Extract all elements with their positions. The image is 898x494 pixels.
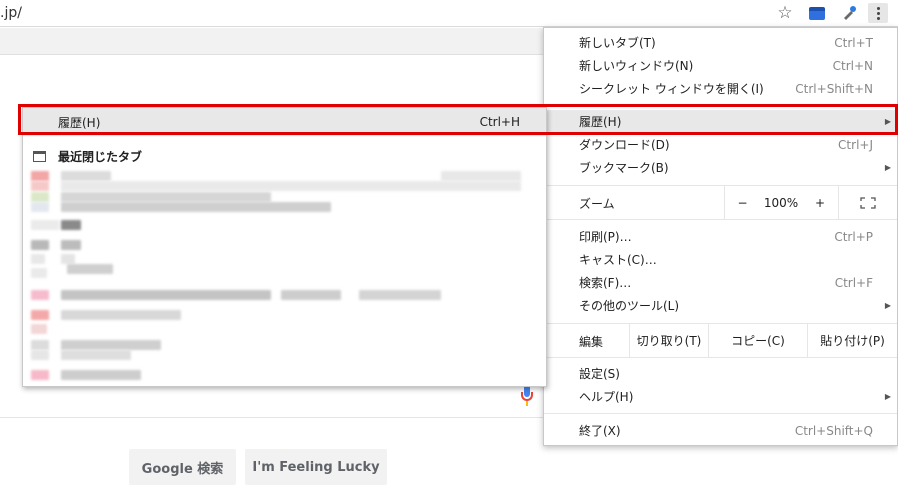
menu-item-label: その他のツール(L) [579,299,680,313]
extension-icon[interactable] [806,3,828,23]
redacted-title [61,310,181,320]
fullscreen-icon [860,196,876,209]
zoom-out-button[interactable]: − [724,186,760,219]
redacted-title [61,340,161,350]
menu-item-cast[interactable]: キャスト(C)… [544,248,897,271]
edit-row: 編集 切り取り(T) コピー(C) 貼り付け(P) [544,324,897,357]
browser-window: .jp/ ☆ Google 検索 I'm Feeling Lucky 新しいタブ… [0,0,898,494]
redacted-title [61,192,271,202]
fullscreen-button[interactable] [838,186,897,219]
favicon [31,268,47,278]
copy-button[interactable]: コピー(C) [708,324,807,357]
redacted-title [61,202,331,212]
menu-shortcut: Ctrl+Shift+N [795,81,873,96]
menu-item-label: 検索(F)… [579,276,632,290]
menu-item-print[interactable]: 印刷(P)… Ctrl+P [544,225,897,248]
favicon [31,202,49,212]
favicon [31,340,49,350]
address-bar-url[interactable]: .jp/ [0,5,22,21]
menu-item-exit[interactable]: 終了(X) Ctrl+Shift+Q [544,419,897,442]
favicon [31,290,49,300]
favicon [31,254,45,264]
redacted-title [359,290,441,300]
submenu-arrow-icon: ▶ [884,163,891,172]
zoom-label: ズーム [579,197,615,211]
menu-item-find[interactable]: 検索(F)… Ctrl+F [544,271,897,294]
menu-shortcut: Ctrl+T [834,35,873,50]
favicon [31,240,49,250]
menu-item-help[interactable]: ヘルプ(H) ▶ [544,385,897,408]
menu-shortcut: Ctrl+P [834,229,873,244]
redacted-title [61,370,141,380]
redacted-title [441,171,521,181]
menu-separator [544,357,897,358]
redacted-title [61,350,131,360]
menu-item-label: ブックマーク(B) [579,161,669,175]
submenu-arrow-icon: ▶ [884,392,891,401]
zoom-row: ズーム − 100% + [544,186,897,219]
menu-item-new-window[interactable]: 新しいウィンドウ(N) Ctrl+N [544,54,897,77]
menu-shortcut: Ctrl+N [832,58,873,73]
menu-separator [544,219,897,220]
eyedropper-extension-icon[interactable] [838,3,860,23]
recently-closed-label: 最近閉じたタブ [58,150,143,164]
chrome-menu-icon[interactable] [868,3,888,23]
redacted-title [61,254,75,264]
menu-item-label: キャスト(C)… [579,253,657,267]
menu-separator [544,413,897,414]
menu-item-label: 新しいタブ(T) [579,36,656,50]
chrome-main-menu: 新しいタブ(T) Ctrl+T 新しいウィンドウ(N) Ctrl+N シークレッ… [543,27,898,446]
favicon [31,192,49,202]
menu-item-label: ダウンロード(D) [579,138,670,152]
menu-item-label: シークレット ウィンドウを開く(I) [579,82,764,96]
zoom-level: 100% [763,195,799,210]
redacted-title [67,264,113,274]
submenu-arrow-icon: ▶ [884,301,891,310]
tab-icon [33,151,46,162]
menu-item-label: 新しいウィンドウ(N) [579,59,694,73]
menu-item-bookmarks[interactable]: ブックマーク(B) ▶ [544,156,897,179]
menu-shortcut: Ctrl+F [834,275,873,290]
microphone-icon[interactable] [521,385,533,407]
highlight-annotation-box [18,104,898,135]
menu-item-more-tools[interactable]: その他のツール(L) ▶ [544,294,897,317]
favicon [31,310,49,320]
recently-closed-header: 最近閉じたタブ [33,148,142,165]
favicon [31,171,49,181]
favicon [31,370,49,380]
favicon [31,181,49,191]
favicon [31,324,47,334]
redacted-title [61,240,81,250]
zoom-in-button[interactable]: + [802,186,838,219]
menu-shortcut: Ctrl+Shift+Q [794,423,873,438]
edit-label: 編集 [579,335,604,349]
menu-item-settings[interactable]: 設定(S) [544,362,897,385]
paste-button[interactable]: 貼り付け(P) [807,324,897,357]
menu-shortcut: Ctrl+J [838,137,873,152]
toolbar: .jp/ ☆ [0,0,898,27]
menu-item-incognito[interactable]: シークレット ウィンドウを開く(I) Ctrl+Shift+N [544,77,897,100]
redacted-title [281,290,341,300]
menu-item-new-tab[interactable]: 新しいタブ(T) Ctrl+T [544,31,897,54]
menu-item-label: ヘルプ(H) [579,390,634,404]
redacted-title [61,290,271,300]
menu-item-label: 印刷(P)… [579,230,632,244]
redacted-title [61,171,111,181]
menu-item-label: 終了(X) [579,424,621,438]
bookmark-star-icon[interactable]: ☆ [774,3,796,23]
favicon [31,350,49,360]
redacted-title [61,220,81,230]
favicon [31,220,59,230]
feeling-lucky-button[interactable]: I'm Feeling Lucky [245,449,387,485]
menu-item-label: 設定(S) [579,367,620,381]
redacted-title [61,181,521,191]
menu-item-downloads[interactable]: ダウンロード(D) Ctrl+J [544,133,897,156]
google-search-button[interactable]: Google 検索 [129,449,236,485]
history-submenu: 履歴(H) Ctrl+H 最近閉じたタブ [22,107,547,387]
cut-button[interactable]: 切り取り(T) [629,324,708,357]
